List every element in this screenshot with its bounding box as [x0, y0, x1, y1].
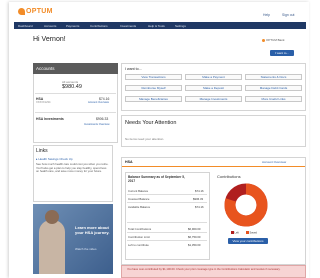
promo-video-link[interactable]: Watch the video — [75, 247, 96, 251]
nav-contributions[interactable]: Contributions — [90, 24, 108, 28]
totals-row-label: Contribution Limit — [128, 235, 150, 239]
view-transactions-button[interactable]: View Transactions — [125, 74, 182, 80]
balance-row-value: $74.16 — [195, 189, 204, 193]
nav-payments[interactable]: Payments — [66, 24, 79, 28]
nav-dashboard[interactable]: Dashboard — [18, 24, 33, 28]
needs-attention-body: No items need your attention. — [125, 137, 165, 141]
legend-left: Left — [231, 231, 239, 235]
balance-row-label: Available Balance — [128, 205, 151, 209]
nav-help-tools[interactable]: Help & Tools — [148, 24, 165, 28]
divider — [127, 202, 207, 203]
investments-balance: $906.33 — [96, 117, 109, 121]
view-contributions-button[interactable]: View your contributions — [228, 238, 268, 244]
optum-small-icon — [262, 38, 265, 42]
statements-docs-button[interactable]: Statements & Docs — [245, 74, 302, 80]
legend-saved: Saved — [246, 231, 257, 235]
totals-row-label: Total Contributions — [128, 227, 152, 231]
all-accounts-total: $980.49 — [62, 84, 82, 90]
reimburse-myself-button[interactable]: Reimburse Myself — [125, 85, 182, 91]
links-item-health-check[interactable]: ▸ Health Savings Check Up — [36, 157, 73, 161]
promo-headline: Learn more about your HSA journey. — [75, 225, 110, 235]
help-link[interactable]: Help — [263, 13, 270, 17]
optum-logo-icon — [18, 8, 25, 15]
small-brand-logo: OPTUM Bank — [262, 38, 285, 42]
investments-overview-link[interactable]: Investments Overview — [84, 123, 110, 126]
balance-row-label: Current Balance — [128, 189, 149, 193]
make-deposit-button[interactable]: Make a Deposit — [185, 85, 242, 91]
hsa-account-overview-link[interactable]: Account Overview — [262, 160, 286, 164]
links-item-label: Health Savings Check Up — [38, 157, 73, 161]
person-head-image — [45, 210, 59, 224]
nav-accounts[interactable]: Accounts — [44, 24, 56, 28]
manage-debit-cards-button[interactable]: Manage Debit Cards — [245, 85, 302, 91]
legend-left-label: Left — [234, 231, 239, 235]
needs-attention-title: Needs Your Attention — [125, 120, 177, 126]
hsa-section-title: HSA — [125, 160, 133, 164]
i-want-to-title: I want to... — [125, 67, 142, 71]
legend-left-swatch — [231, 231, 234, 234]
greeting-title: Hi Vernon! — [33, 36, 66, 43]
hsa-accent-rule — [122, 166, 305, 168]
sign-out-link[interactable]: Sign out — [282, 13, 294, 17]
small-brand-text: OPTUM Bank — [266, 38, 285, 42]
hsa-investments-name[interactable]: HSA Investments — [36, 117, 64, 121]
person-image — [39, 220, 65, 274]
divider — [35, 93, 116, 94]
totals-row-value: $6,900.00 — [188, 227, 201, 231]
divider — [127, 222, 207, 223]
manage-beneficiaries-button[interactable]: Manage Beneficiaries — [125, 96, 182, 102]
i-want-to-button[interactable]: I want to... — [270, 50, 294, 56]
alert-text: You have over-contributed by $1,100.00. … — [127, 268, 281, 271]
totals-row-value: $6,750.00 — [188, 235, 201, 239]
nav-investments[interactable]: Investments — [120, 24, 136, 28]
nav-settings[interactable]: Settings — [175, 24, 186, 28]
contributions-title: Contributions — [217, 174, 241, 179]
make-payment-button[interactable]: Make a Payment — [185, 74, 242, 80]
links-description: See how much health care could cost you … — [36, 162, 109, 174]
legend-saved-label: Saved — [249, 231, 257, 235]
links-title: Links — [36, 148, 48, 154]
contributions-donut — [224, 183, 268, 227]
logo-text[interactable]: OPTUM — [26, 8, 53, 15]
divider — [35, 112, 116, 113]
totals-row-label: Left to contribute — [128, 243, 149, 247]
legend-saved-swatch — [246, 231, 249, 234]
manage-investments-button[interactable]: Manage Investments — [185, 96, 242, 102]
over-contribution-alert: You have over-contributed by $1,100.00. … — [121, 265, 306, 278]
divider — [127, 240, 207, 241]
balance-row-value: $906.33 — [193, 197, 204, 201]
balance-row-value: $74.16 — [195, 205, 204, 209]
hsa-journey-promo[interactable]: Learn more about your HSA journey. Watch… — [33, 204, 113, 274]
totals-row-value: $1,350.00 — [188, 243, 201, 247]
balance-row-label: Invested Balance — [128, 197, 150, 201]
divider — [127, 232, 207, 233]
accounts-title: Accounts — [36, 66, 55, 71]
hsa-account-number: XXXXX1234 — [36, 101, 51, 104]
balance-summary-title: Balance Summary as of September 5, 2017 — [128, 175, 185, 183]
divider — [127, 194, 207, 195]
more-useful-links-button[interactable]: More Useful Links — [245, 96, 302, 102]
hsa-overview-link[interactable]: Account Overview — [88, 101, 109, 104]
